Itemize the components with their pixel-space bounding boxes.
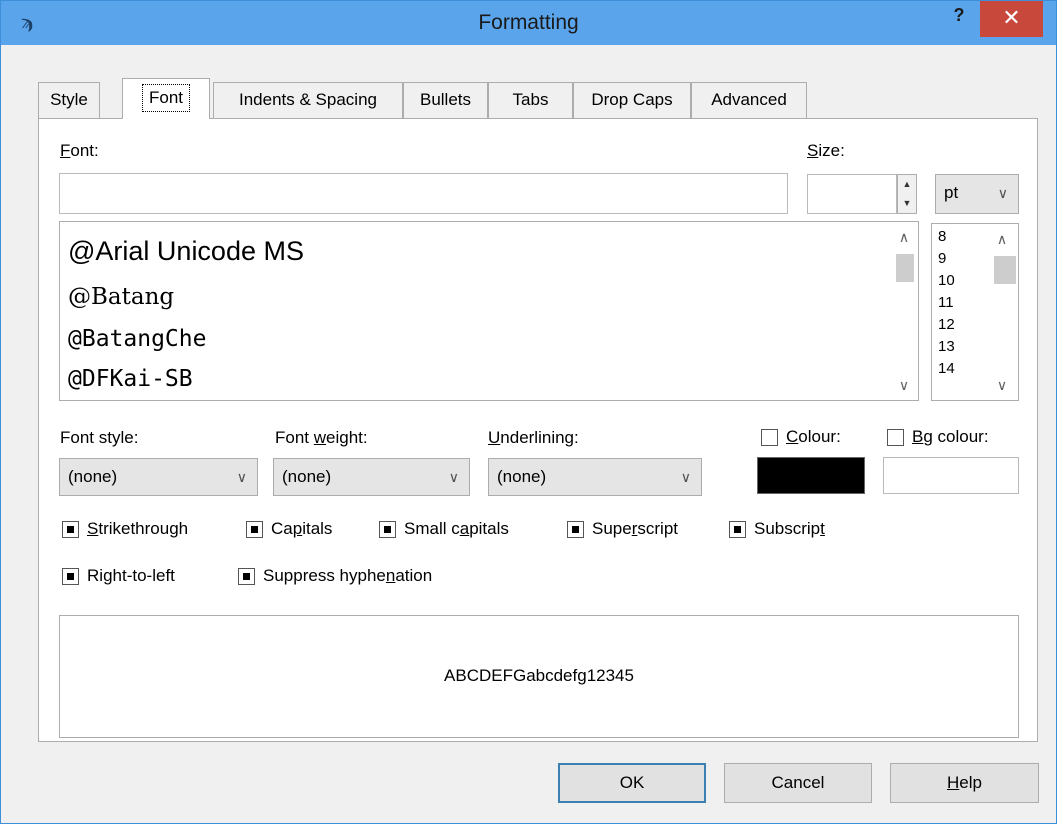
strikethrough-checkbox[interactable] <box>62 521 79 538</box>
chevron-down-icon: ∨ <box>680 469 691 485</box>
size-list-scrollbar[interactable]: ∧ ∨ <box>988 224 1018 400</box>
font-weight-select[interactable]: (none) ∨ <box>273 458 470 496</box>
size-list[interactable]: 8 9 10 11 12 13 14 ∧ ∨ <box>931 223 1019 401</box>
colour-checkbox[interactable] <box>761 429 778 446</box>
cancel-button[interactable]: Cancel <box>724 763 872 803</box>
scroll-up-icon[interactable]: ∧ <box>890 226 918 248</box>
size-list-item[interactable]: 10 <box>938 272 955 290</box>
chevron-down-icon: ∨ <box>997 185 1008 201</box>
suppress-hyphenation-label: Suppress hyphenation <box>263 566 433 585</box>
bg-colour-checkbox[interactable] <box>887 429 904 446</box>
bg-colour-label: Bg colour: <box>912 427 989 446</box>
subscript-checkbox[interactable] <box>729 521 746 538</box>
tab-font[interactable]: Font <box>122 78 210 119</box>
colour-label: Colour: <box>786 427 841 446</box>
size-label: Size: <box>807 141 845 160</box>
tab-drop-caps[interactable]: Drop Caps <box>573 82 691 118</box>
preview-box: ABCDEFGabcdefg12345 <box>59 615 1019 738</box>
size-list-item[interactable]: 12 <box>938 316 955 334</box>
font-name-input[interactable] <box>59 173 788 214</box>
capitals-checkbox[interactable] <box>246 521 263 538</box>
size-list-item[interactable]: 14 <box>938 360 955 378</box>
size-input[interactable] <box>807 174 897 214</box>
formatting-dialog: ϡ Formatting ? ✕ Style Font Indents & Sp… <box>0 0 1057 824</box>
chevron-down-icon: ∨ <box>236 469 247 485</box>
chevron-down-icon: ∨ <box>448 469 459 485</box>
superscript-label: Superscript <box>592 519 678 538</box>
right-to-left-checkbox[interactable] <box>62 568 79 585</box>
small-capitals-label: Small capitals <box>404 519 509 538</box>
ok-button[interactable]: OK <box>558 763 706 803</box>
spin-up-icon[interactable]: ▲ <box>898 175 916 194</box>
size-list-item[interactable]: 9 <box>938 250 946 268</box>
scroll-down-icon[interactable]: ∨ <box>988 374 1016 396</box>
scroll-up-icon[interactable]: ∧ <box>988 228 1016 250</box>
font-list-item[interactable]: @Batang <box>68 284 174 310</box>
suppress-hyphenation-checkbox[interactable] <box>238 568 255 585</box>
font-list-scrollbar[interactable]: ∧ ∨ <box>890 222 918 400</box>
size-list-item[interactable]: 11 <box>938 294 954 312</box>
tab-font-label: Font <box>141 84 191 112</box>
subscript-label: Subscript <box>754 519 825 538</box>
tab-indents-spacing[interactable]: Indents & Spacing <box>213 82 403 118</box>
help-icon[interactable]: ? <box>949 5 969 31</box>
right-to-left-label: Right-to-left <box>87 566 175 585</box>
size-list-item[interactable]: 13 <box>938 338 955 356</box>
spin-down-icon[interactable]: ▼ <box>898 194 916 213</box>
close-button[interactable]: ✕ <box>980 1 1043 37</box>
bg-colour-swatch[interactable] <box>883 457 1019 494</box>
tab-bullets[interactable]: Bullets <box>403 82 488 118</box>
tab-style[interactable]: Style <box>38 82 100 118</box>
font-list-item[interactable]: @DFKai-SB <box>68 366 193 392</box>
tab-tabs[interactable]: Tabs <box>488 82 573 118</box>
scroll-down-icon[interactable]: ∨ <box>890 374 918 396</box>
scroll-thumb[interactable] <box>994 256 1016 284</box>
font-list[interactable]: @Arial Unicode MS @Batang @BatangChe @DF… <box>59 221 919 401</box>
font-weight-label: Font weight: <box>275 428 368 447</box>
tab-advanced[interactable]: Advanced <box>691 82 807 118</box>
strikethrough-label: Strikethrough <box>87 519 189 538</box>
underlining-select[interactable]: (none) ∨ <box>488 458 702 496</box>
unit-select[interactable]: pt ∨ <box>935 174 1019 214</box>
capitals-label: Capitals <box>271 519 333 538</box>
underlining-label: Underlining: <box>488 428 579 447</box>
size-list-item[interactable]: 8 <box>938 228 946 246</box>
font-style-label: Font style: <box>60 428 139 447</box>
font-list-item[interactable]: @BatangChe <box>68 326 206 352</box>
font-list-item[interactable]: @Arial Unicode MS <box>68 236 304 267</box>
colour-swatch[interactable] <box>757 457 865 494</box>
scroll-thumb[interactable] <box>896 254 914 282</box>
font-style-select[interactable]: (none) ∨ <box>59 458 258 496</box>
help-button[interactable]: Help <box>890 763 1039 803</box>
title-bar: ϡ Formatting ? ✕ <box>1 1 1056 45</box>
window-title: Formatting <box>478 11 579 34</box>
preview-text: ABCDEFGabcdefg12345 <box>444 666 634 685</box>
font-label: Font: <box>60 141 99 160</box>
size-spinner[interactable]: ▲ ▼ <box>897 174 917 214</box>
small-capitals-checkbox[interactable] <box>379 521 396 538</box>
superscript-checkbox[interactable] <box>567 521 584 538</box>
